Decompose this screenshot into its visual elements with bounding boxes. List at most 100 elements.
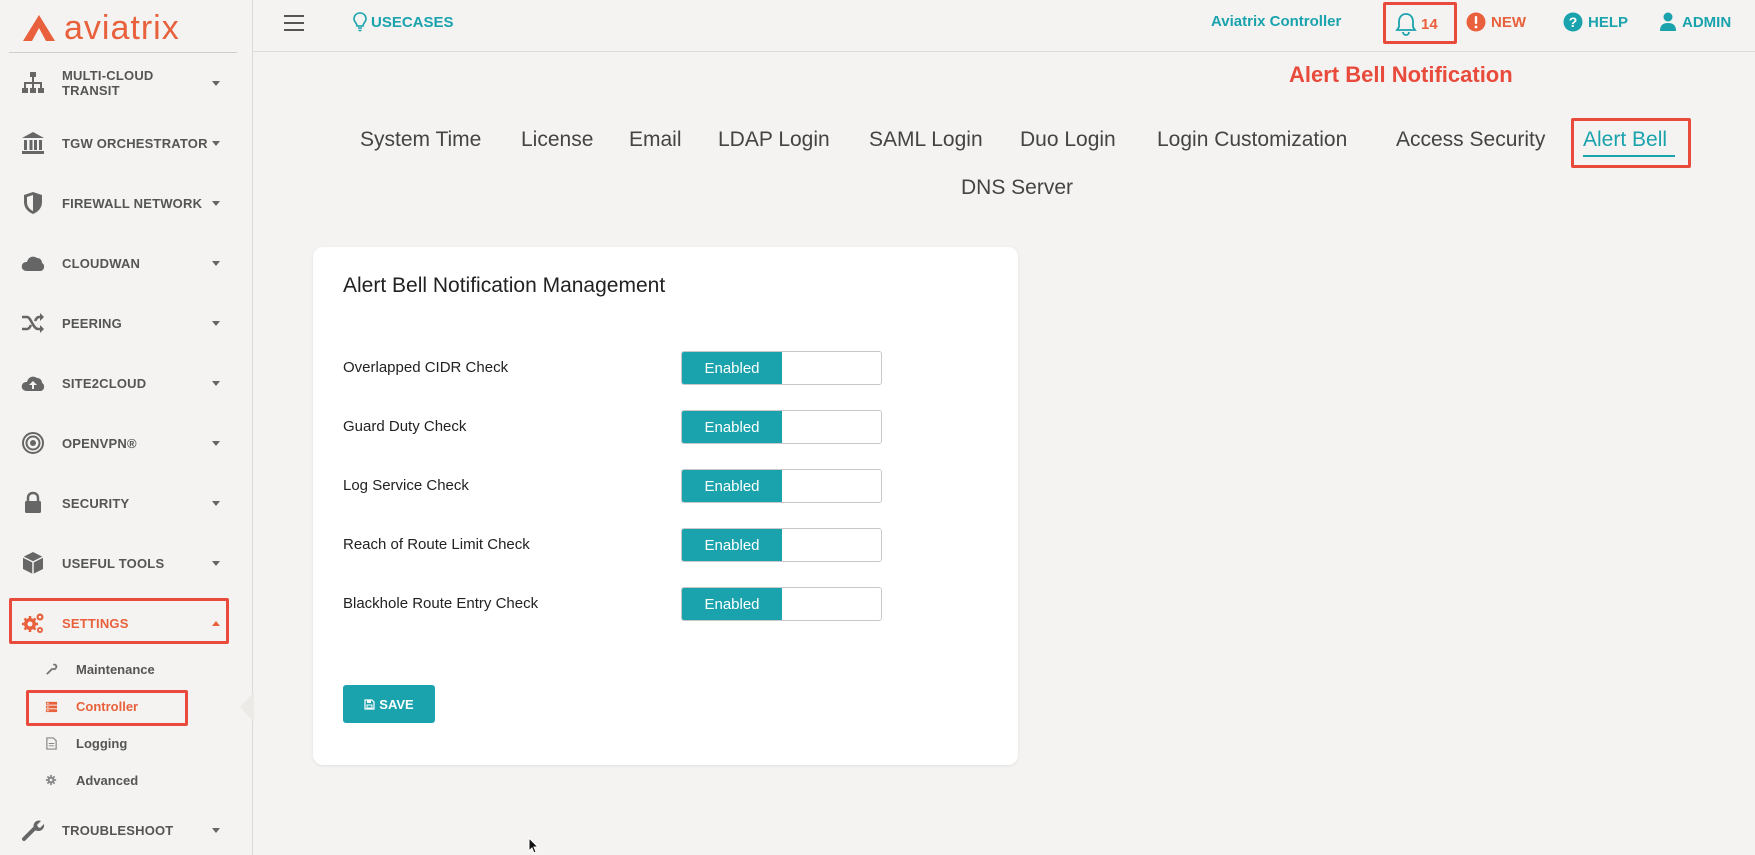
- cube-icon: [19, 550, 47, 576]
- user-icon: [1660, 12, 1676, 31]
- wrench-icon: [19, 817, 47, 843]
- chevron-down-icon: [212, 260, 220, 266]
- tab-system-time[interactable]: System Time: [360, 128, 481, 152]
- nav-firewall-network[interactable]: FIREWALL NETWORK: [10, 183, 228, 223]
- nav-label: MULTI-CLOUD TRANSIT: [62, 68, 154, 98]
- log-service-toggle[interactable]: Enabled: [681, 469, 882, 503]
- chevron-down-icon: [212, 827, 220, 833]
- tab-saml-login[interactable]: SAML Login: [869, 128, 983, 152]
- alert-bell-card: Alert Bell Notification Management Overl…: [313, 247, 1018, 765]
- document-icon: [44, 736, 58, 750]
- sub-item-advanced[interactable]: Advanced: [44, 766, 138, 794]
- mouse-cursor-icon: [528, 837, 539, 854]
- nav-peering[interactable]: PEERING: [10, 303, 228, 343]
- nav-troubleshoot[interactable]: TROUBLESHOOT: [10, 810, 228, 850]
- bell-icon: [1395, 13, 1417, 36]
- toggle-disabled-side: [782, 470, 881, 502]
- nav-label: FIREWALL NETWORK: [62, 195, 203, 211]
- active-pointer-notch: [240, 692, 254, 722]
- toggle-disabled-side: [782, 352, 881, 384]
- tab-login-customization[interactable]: Login Customization: [1157, 128, 1347, 152]
- nav-tgw-orchestrator[interactable]: TGW ORCHESTRATOR: [10, 123, 228, 163]
- tab-license[interactable]: License: [521, 128, 593, 152]
- cloud-upload-icon: [19, 370, 47, 396]
- setting-label: Log Service Check: [343, 477, 469, 494]
- nav-site2cloud[interactable]: SITE2CLOUD: [10, 363, 228, 403]
- nav-openvpn[interactable]: OPENVPN®: [10, 423, 228, 463]
- new-label: NEW: [1491, 13, 1526, 31]
- aviatrix-logo-mark-icon: [23, 15, 55, 41]
- server-icon: [44, 699, 58, 713]
- nav-label: PEERING: [62, 315, 122, 331]
- chevron-down-icon: [212, 500, 220, 506]
- nav-security[interactable]: SECURITY: [10, 483, 228, 523]
- divider: [9, 52, 237, 53]
- new-link[interactable]: NEW: [1466, 12, 1526, 32]
- target-icon: [19, 430, 47, 456]
- lightbulb-icon: [353, 12, 367, 32]
- tab-ldap-login[interactable]: LDAP Login: [718, 128, 830, 152]
- lock-icon: [19, 490, 47, 516]
- toggle-disabled-side: [782, 529, 881, 561]
- setting-label: Overlapped CIDR Check: [343, 359, 509, 376]
- bank-icon: [19, 130, 47, 156]
- sub-item-controller[interactable]: Controller: [44, 692, 138, 720]
- toggle-disabled-side: [782, 411, 881, 443]
- sub-item-label: Controller: [76, 698, 139, 714]
- usecases-link[interactable]: USECASES: [353, 12, 454, 32]
- help-link[interactable]: ? HELP: [1563, 12, 1628, 32]
- help-circle-icon: ?: [1563, 12, 1583, 32]
- nav-label: SECURITY: [62, 495, 130, 511]
- overlapped-cidr-toggle[interactable]: Enabled: [681, 351, 882, 385]
- nav-label: TROUBLESHOOT: [62, 822, 174, 838]
- gear-icon: [44, 773, 58, 787]
- nav-label: SETTINGS: [62, 615, 129, 631]
- tab-access-security[interactable]: Access Security: [1396, 128, 1545, 152]
- sidebar: aviatrix MULTI-CLOUD TRANSIT TGW ORCHEST…: [0, 0, 253, 855]
- chevron-up-icon: [212, 620, 220, 626]
- usecases-label: USECASES: [371, 13, 454, 31]
- sub-item-maintenance[interactable]: Maintenance: [44, 655, 155, 683]
- chevron-down-icon: [212, 440, 220, 446]
- shuffle-icon: [19, 310, 47, 336]
- toggle-enabled: Enabled: [682, 588, 782, 620]
- shield-icon: [19, 190, 47, 216]
- sub-item-label: Maintenance: [76, 661, 155, 677]
- chevron-down-icon: [212, 320, 220, 326]
- sub-item-logging[interactable]: Logging: [44, 729, 127, 757]
- admin-link[interactable]: ADMIN: [1659, 12, 1731, 32]
- setting-label: Blackhole Route Entry Check: [343, 595, 539, 612]
- hamburger-menu-icon[interactable]: [284, 15, 304, 31]
- controller-name: Aviatrix Controller: [1211, 13, 1342, 30]
- guard-duty-toggle[interactable]: Enabled: [681, 410, 882, 444]
- brand-name: aviatrix: [64, 8, 180, 47]
- nav-label: OPENVPN®: [62, 435, 137, 451]
- nav-label: CLOUDWAN: [62, 255, 141, 271]
- tab-dns-server[interactable]: DNS Server: [961, 176, 1073, 200]
- nav-settings[interactable]: SETTINGS: [10, 603, 228, 643]
- alert-bell-button[interactable]: 14: [1383, 6, 1453, 42]
- chevron-down-icon: [212, 80, 220, 86]
- chevron-down-icon: [212, 140, 220, 146]
- nav-useful-tools[interactable]: USEFUL TOOLS: [10, 543, 228, 583]
- chevron-down-icon: [212, 200, 220, 206]
- nav-label: USEFUL TOOLS: [62, 555, 165, 571]
- tab-email[interactable]: Email: [629, 128, 682, 152]
- tab-alert-bell[interactable]: Alert Bell: [1583, 128, 1667, 152]
- tab-duo-login[interactable]: Duo Login: [1020, 128, 1116, 152]
- gears-icon: [19, 610, 47, 636]
- active-tab-underline: [1583, 155, 1675, 157]
- sub-item-label: Logging: [76, 735, 128, 751]
- network-icon: [19, 70, 47, 96]
- card-title: Alert Bell Notification Management: [343, 274, 666, 297]
- chevron-down-icon: [212, 560, 220, 566]
- nav-multi-cloud-transit[interactable]: MULTI-CLOUD TRANSIT: [10, 63, 228, 103]
- route-limit-toggle[interactable]: Enabled: [681, 528, 882, 562]
- blackhole-route-toggle[interactable]: Enabled: [681, 587, 882, 621]
- save-label: SAVE: [379, 696, 414, 712]
- save-button[interactable]: SAVE: [343, 685, 435, 723]
- help-label: HELP: [1588, 13, 1629, 31]
- nav-cloudwan[interactable]: CLOUDWAN: [10, 243, 228, 283]
- toggle-disabled-side: [782, 588, 881, 620]
- aviatrix-logo[interactable]: aviatrix: [22, 8, 252, 48]
